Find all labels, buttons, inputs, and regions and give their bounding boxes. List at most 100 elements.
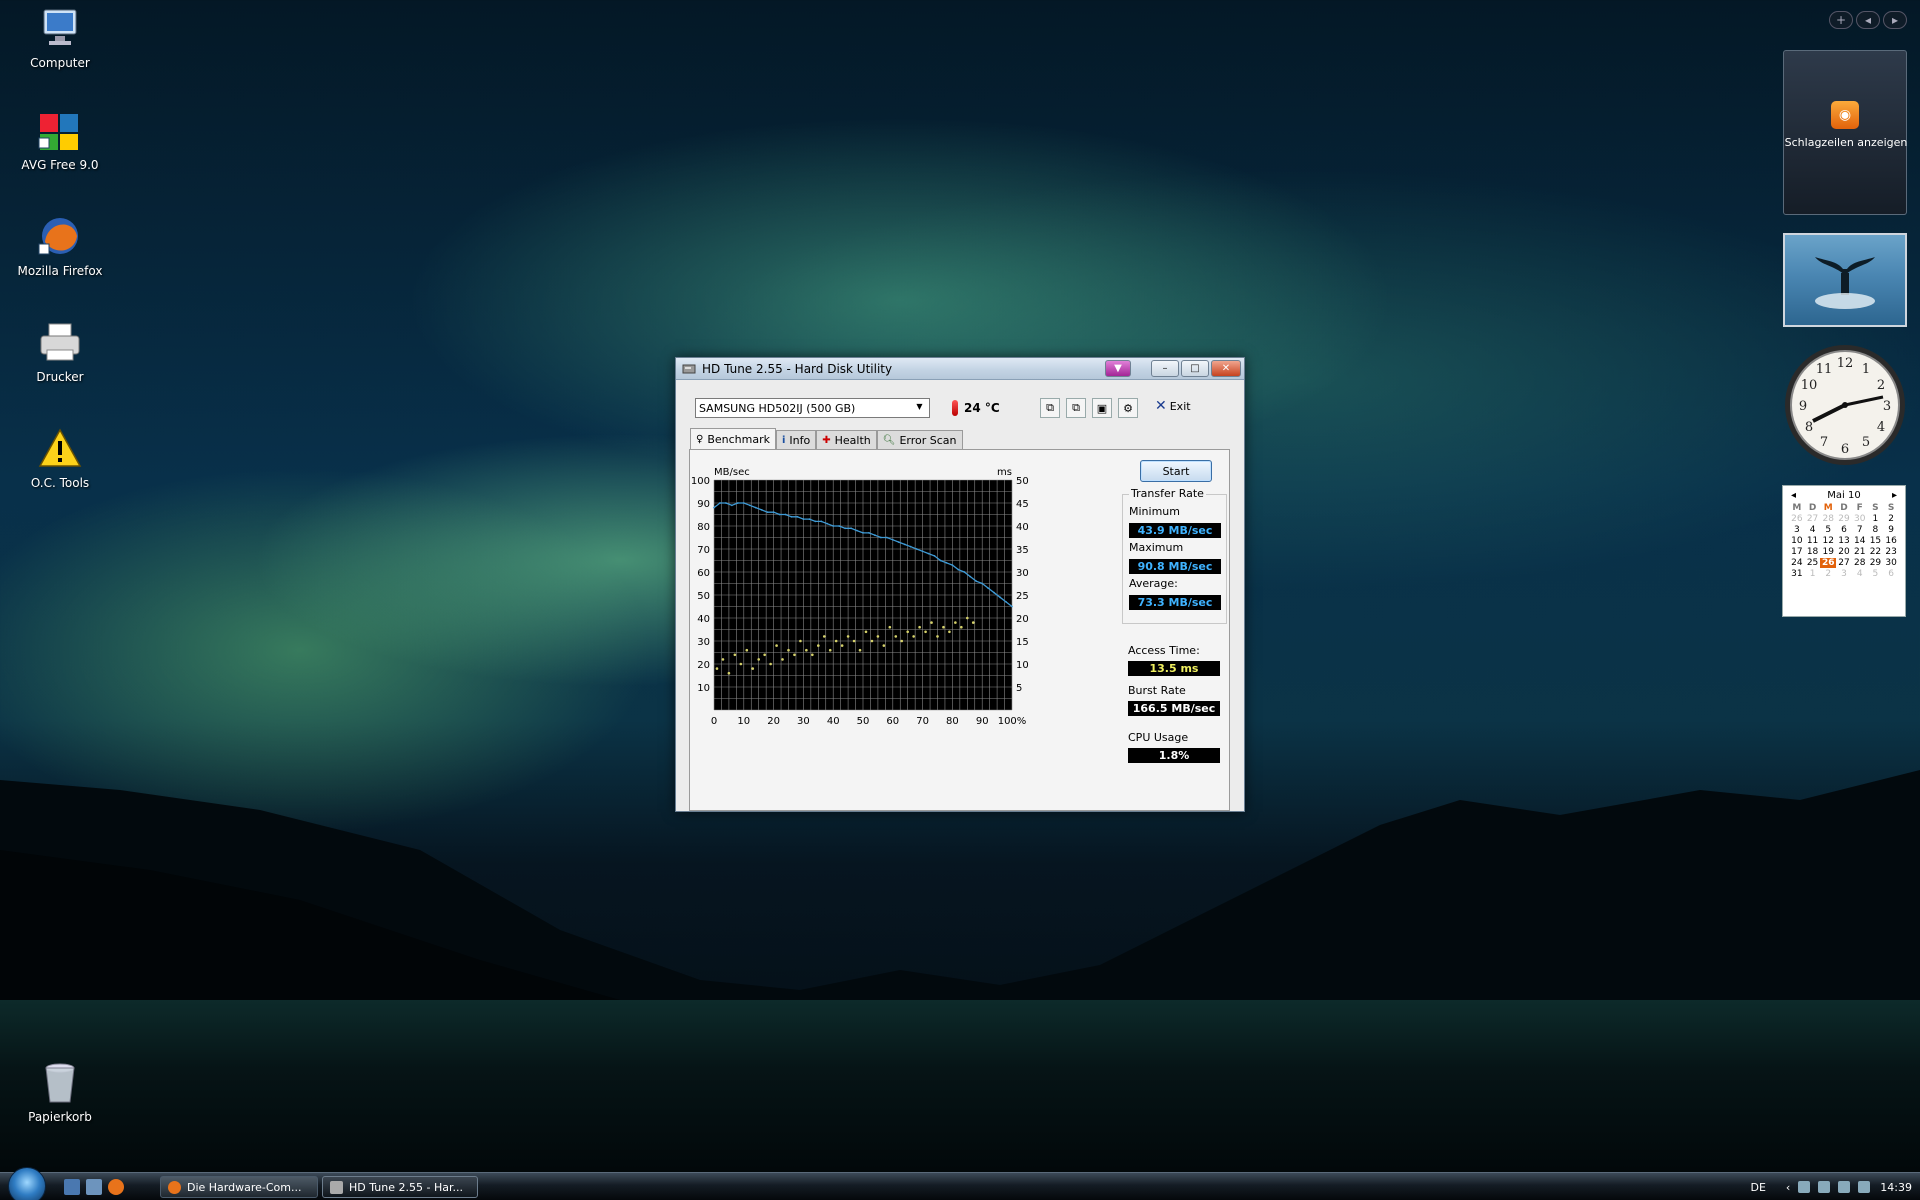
rss-feed-icon: ◉ (1831, 101, 1859, 129)
calendar-gadget[interactable]: ◂ Mai 10 ▸ M D M D F S S 26 27 28 29 30 1 2 3 4 5 6 7 8 9 10 1… (1782, 485, 1906, 617)
tab-error-scan[interactable]: 🔍︎ Error Scan (876, 430, 963, 449)
clock-gadget[interactable]: 12 1 2 3 4567 8 9 10 11 (1783, 343, 1907, 467)
calendar-day[interactable]: 2 (1883, 514, 1899, 524)
options-icon[interactable]: ⚙ (1118, 398, 1138, 418)
calendar-day[interactable]: 22 (1868, 547, 1884, 557)
transfer-rate-point (999, 596, 1001, 599)
desktop-icon-recycle-bin[interactable]: Papierkorb (10, 1060, 110, 1124)
calendar-next-icon[interactable]: ▸ (1892, 490, 1897, 501)
taskbar-item-hdtune[interactable]: HD Tune 2.55 - Har... (322, 1176, 478, 1198)
calendar-day[interactable]: 8 (1868, 525, 1884, 535)
calendar-day[interactable]: 20 (1836, 547, 1852, 557)
calendar-day[interactable]: 15 (1868, 536, 1884, 546)
y2-axis-label: ms (997, 467, 1012, 478)
calendar-day[interactable]: 30 (1883, 558, 1899, 568)
show-desktop-icon[interactable] (64, 1179, 80, 1195)
y-tick-label: 100 (691, 476, 710, 487)
usb-icon[interactable] (1818, 1181, 1831, 1193)
calendar-day[interactable]: 7 (1852, 525, 1868, 535)
drive-select[interactable]: SAMSUNG HD502IJ (500 GB) ▼ (695, 398, 930, 418)
switch-windows-icon[interactable] (86, 1179, 102, 1195)
calendar-day[interactable]: 13 (1836, 536, 1852, 546)
transfer-rate-point (885, 536, 888, 539)
transfer-rate-point (939, 559, 942, 562)
calendar-day[interactable]: 27 (1836, 558, 1852, 568)
calendar-day[interactable]: 17 (1789, 547, 1805, 557)
calendar-day[interactable]: 21 (1852, 547, 1868, 557)
access-time-point (834, 639, 838, 643)
start-orb[interactable] (8, 1167, 46, 1200)
slideshow-gadget[interactable] (1783, 233, 1907, 327)
calendar-day[interactable]: 12 (1820, 536, 1836, 546)
desktop-icon-label: O.C. Tools (30, 476, 90, 490)
window-titlebar[interactable]: HD Tune 2.55 - Hard Disk Utility ▼ – □ ✕ (676, 358, 1244, 380)
transfer-rate-point (945, 561, 948, 564)
hdtune-window[interactable]: HD Tune 2.55 - Hard Disk Utility ▼ – □ ✕… (675, 357, 1245, 812)
taskbar-item-firefox[interactable]: Die Hardware-Com... (160, 1176, 318, 1198)
display-icon[interactable] (1838, 1181, 1851, 1193)
avg-antivirus-icon (37, 108, 83, 154)
tab-label: Info (789, 433, 811, 447)
firefox-quicklaunch-icon[interactable] (108, 1179, 124, 1195)
access-time-point (864, 630, 868, 634)
calendar-day-header: S (1887, 503, 1895, 513)
x-tick-label: 70 (916, 716, 929, 727)
start-button[interactable]: Start (1140, 460, 1212, 482)
transfer-rate-point (951, 564, 954, 566)
copy-screenshot-icon[interactable]: ⧉ (1066, 398, 1086, 418)
calendar-day[interactable]: 31 (1789, 569, 1805, 579)
calendar-day[interactable]: 19 (1820, 547, 1836, 557)
desktop-icon-printer[interactable]: Drucker (10, 320, 110, 384)
calendar-day[interactable]: 3 (1789, 525, 1805, 535)
speaker-icon[interactable] (1858, 1181, 1871, 1193)
transfer-rate-title: Transfer Rate (1129, 487, 1206, 500)
language-indicator[interactable]: DE (1750, 1181, 1765, 1194)
access-time-point (971, 621, 975, 624)
add-gadget-button[interactable]: + (1829, 11, 1853, 29)
feed-headlines-gadget[interactable]: ◉ Schlagzeilen anzeigen (1783, 50, 1907, 215)
clock-time[interactable]: 14:39 (1880, 1181, 1912, 1194)
calendar-day[interactable]: 11 (1805, 536, 1821, 546)
maximize-button[interactable]: □ (1181, 360, 1209, 377)
access-time-point (733, 653, 737, 657)
tab-benchmark[interactable]: ♀ Benchmark (690, 428, 776, 449)
calendar-day[interactable]: 23 (1883, 547, 1899, 557)
desktop-icon-avg[interactable]: AVG Free 9.0 (10, 108, 110, 172)
calendar-day[interactable]: 6 (1836, 525, 1852, 535)
tab-health[interactable]: ✚ Health (816, 430, 877, 449)
desktop-icon-computer[interactable]: Computer (10, 6, 110, 70)
calendar-prev-icon[interactable]: ◂ (1791, 490, 1796, 501)
calendar-day[interactable]: 24 (1789, 558, 1805, 568)
desktop-icon-firefox[interactable]: Mozilla Firefox (10, 214, 110, 278)
calendar-day[interactable]: 25 (1805, 558, 1821, 568)
calendar-day[interactable]: 26 (1820, 558, 1837, 568)
previous-icon[interactable]: ◂ (1856, 11, 1880, 29)
tab-info[interactable]: i Info (775, 430, 817, 449)
show-hidden-icons-icon[interactable]: ‹ (1786, 1181, 1790, 1194)
minimize-button[interactable]: – (1151, 360, 1179, 377)
calendar-day[interactable]: 4 (1805, 525, 1821, 535)
close-button[interactable]: ✕ (1211, 360, 1241, 377)
desktop-icon-oc-tools[interactable]: O.C. Tools (10, 426, 110, 490)
calendar-day[interactable]: 10 (1789, 536, 1805, 546)
computer-icon (37, 6, 83, 52)
calendar-day[interactable]: 1 (1868, 514, 1884, 524)
copy-info-icon[interactable]: ⧉ (1040, 398, 1060, 418)
calendar-day[interactable]: 28 (1852, 558, 1868, 568)
exit-button[interactable]: ✕ Exit (1155, 398, 1191, 414)
taskbar-item-label: HD Tune 2.55 - Har... (349, 1180, 463, 1194)
chevron-down-icon: ▼ (916, 402, 923, 411)
calendar-day[interactable]: 18 (1805, 547, 1821, 557)
network-icon[interactable] (1798, 1181, 1811, 1193)
calendar-day[interactable]: 29 (1868, 558, 1884, 568)
calendar-day[interactable]: 9 (1883, 525, 1899, 535)
lake-reflection (0, 1000, 1920, 1172)
next-icon[interactable]: ▸ (1883, 11, 1907, 29)
access-time-point (900, 639, 904, 643)
download-icon[interactable]: ▼ (1105, 360, 1131, 377)
calendar-day[interactable]: 14 (1852, 536, 1868, 546)
save-icon[interactable]: ▣ (1092, 398, 1112, 418)
calendar-day[interactable]: 16 (1883, 536, 1899, 546)
calendar-day[interactable]: 5 (1820, 525, 1836, 535)
transfer-rate-point (987, 587, 990, 589)
